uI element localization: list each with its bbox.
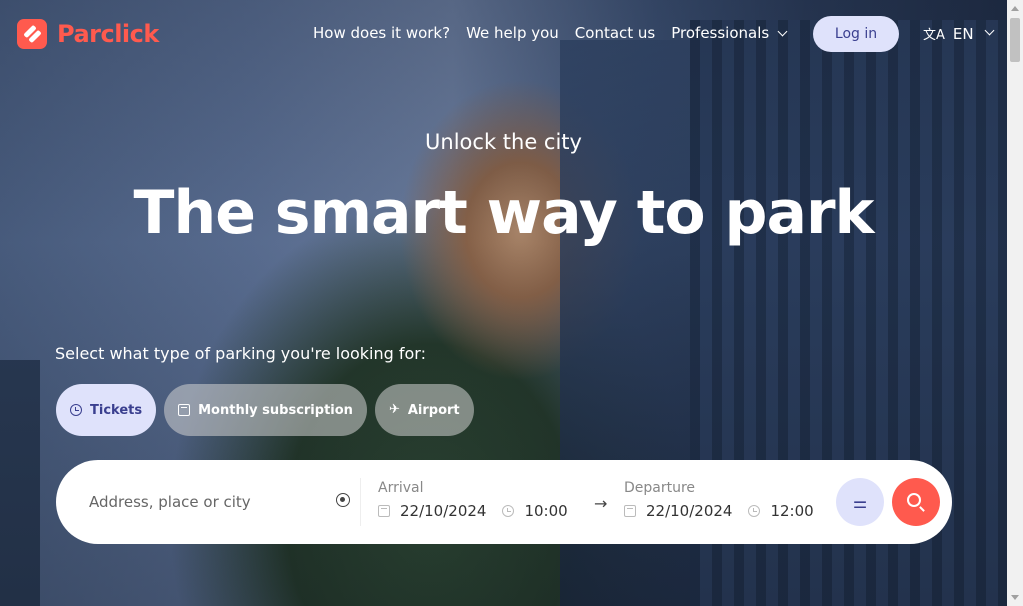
address-input[interactable] bbox=[89, 460, 309, 544]
tab-tickets[interactable]: Tickets bbox=[56, 384, 157, 436]
arrival-date: 22/10/2024 bbox=[400, 502, 487, 520]
nav-we-help-you[interactable]: We help you bbox=[466, 24, 559, 42]
search-button[interactable] bbox=[892, 478, 940, 526]
clock-icon bbox=[502, 505, 515, 517]
brand-logo[interactable]: Parclick bbox=[17, 19, 159, 49]
nav-contact-us[interactable]: Contact us bbox=[575, 24, 655, 42]
arrival-time: 10:00 bbox=[524, 502, 568, 520]
translate-icon: 文A bbox=[923, 28, 945, 43]
arrival-field[interactable]: Arrival 22/10/2024 10:00 bbox=[378, 480, 568, 520]
main-nav: How does it work? We help you Contact us… bbox=[313, 24, 802, 42]
scroll-down-icon[interactable] bbox=[1011, 595, 1019, 600]
search-bar: Arrival 22/10/2024 10:00 → Departure 22/… bbox=[56, 460, 952, 544]
arrival-label: Arrival bbox=[378, 480, 424, 496]
chevron-down-icon bbox=[777, 26, 788, 37]
language-code: EN bbox=[952, 24, 974, 43]
parking-type-prompt: Select what type of parking you're looki… bbox=[55, 344, 426, 363]
departure-time: 12:00 bbox=[770, 502, 814, 520]
chevron-down-icon bbox=[984, 25, 995, 36]
locate-me-icon[interactable] bbox=[336, 493, 350, 507]
page-scrollbar[interactable] bbox=[1007, 0, 1023, 606]
clock-icon bbox=[70, 404, 82, 416]
nav-how-it-works[interactable]: How does it work? bbox=[313, 24, 450, 42]
hero-kicker: Unlock the city bbox=[425, 130, 582, 154]
brand-name: Parclick bbox=[57, 20, 159, 48]
plane-icon: ✈ bbox=[388, 402, 400, 417]
calendar-icon bbox=[178, 404, 191, 416]
sliders-icon: ⚌ bbox=[852, 492, 868, 512]
language-selector[interactable]: 文A EN bbox=[923, 24, 995, 43]
departure-date: 22/10/2024 bbox=[646, 502, 733, 520]
calendar-icon bbox=[624, 505, 636, 517]
hero-headline: The smart way to park bbox=[133, 178, 875, 248]
tab-monthly-subscription[interactable]: Monthly subscription bbox=[164, 384, 367, 436]
hero-background: Parclick How does it work? We help you C… bbox=[0, 0, 1007, 606]
nav-professionals[interactable]: Professionals bbox=[671, 24, 788, 42]
tab-airport[interactable]: ✈ Airport bbox=[374, 384, 474, 436]
scroll-up-icon[interactable] bbox=[1011, 6, 1019, 11]
arrow-right-icon: → bbox=[594, 494, 608, 513]
clock-icon bbox=[748, 505, 761, 517]
calendar-icon bbox=[378, 505, 390, 517]
departure-field[interactable]: Departure 22/10/2024 12:00 bbox=[624, 480, 814, 520]
departure-label: Departure bbox=[624, 480, 696, 496]
parclick-logo-icon bbox=[17, 19, 47, 49]
search-icon bbox=[907, 493, 921, 507]
parking-type-tabs: Tickets Monthly subscription ✈ Airport bbox=[56, 384, 474, 436]
scrollbar-thumb[interactable] bbox=[1010, 18, 1020, 62]
filters-button[interactable]: ⚌ bbox=[836, 478, 884, 526]
login-button[interactable]: Log in bbox=[813, 16, 899, 52]
